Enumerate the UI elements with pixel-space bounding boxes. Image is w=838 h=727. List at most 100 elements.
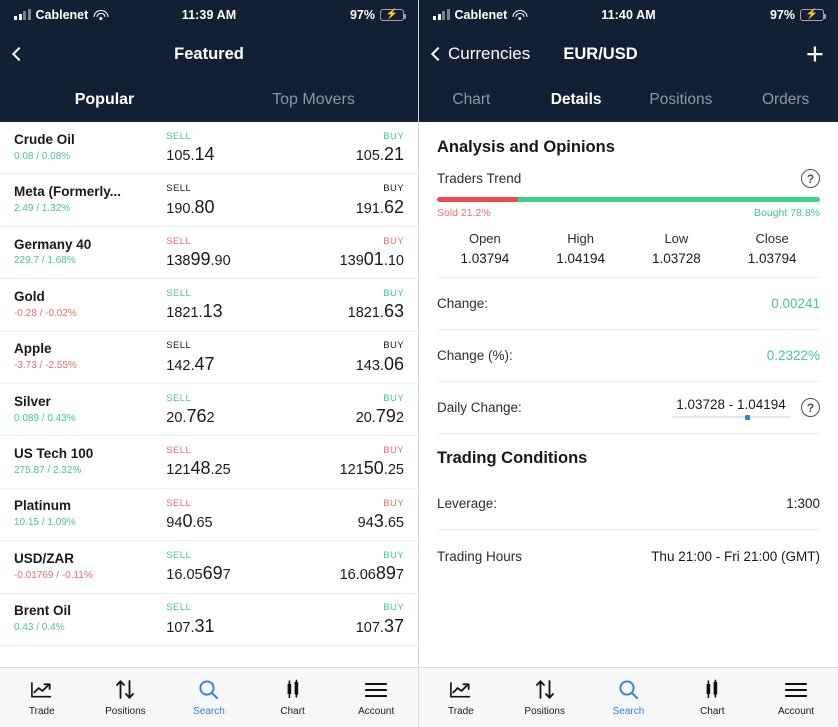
bottom-tab-bar: Trade Positions Search Chart Account [419,667,838,727]
tabbar-item-positions[interactable]: Positions [84,679,168,717]
buy-price-col[interactable]: BUY 143.06 [281,339,404,375]
sell-price-col[interactable]: SELL 940.65 [158,497,281,533]
buy-price: 16.06897 [339,563,404,584]
traders-trend-bought-segment [518,197,820,202]
sell-price-col[interactable]: SELL 12148.25 [158,444,281,480]
instrument-row[interactable]: Brent Oil 0.43 / 0.4% SELL 107.31 BUY 107.37 [0,594,418,646]
instrument-name-col: Gold -0.28 / -0.02% [14,289,158,321]
sell-price-col[interactable]: SELL 190.80 [158,182,281,218]
buy-price-col[interactable]: BUY 1821.63 [281,287,404,323]
instrument-row[interactable]: Apple -3.73 / -2.55% SELL 142.47 BUY 143.06 [0,332,418,384]
buy-label: BUY [383,602,404,614]
instrument-row[interactable]: US Tech 100 275.87 / 2.32% SELL 12148.25 BUY… [0,436,418,489]
instrument-row[interactable]: Meta (Formerly... 2.49 / 1.32% SELL 190.80 B… [0,174,418,227]
detail-value: 0.2322% [766,348,820,364]
instrument-symbol: Meta (Formerly... [14,184,122,200]
buy-price-col[interactable]: BUY 16.06897 [281,549,404,585]
tabbar-item-account[interactable]: Account [334,679,418,717]
sell-label: SELL [166,602,192,614]
instrument-symbol: Germany 40 [14,236,92,252]
sell-price: 142.47 [166,353,215,374]
tabbar-item-chart[interactable]: Chart [670,679,754,717]
instrument-row[interactable]: USD/ZAR -0.01769 / -0.11% SELL 16.05697 BUY 1… [0,541,418,594]
buy-price-col[interactable]: BUY 107.37 [281,601,404,637]
instrument-symbol: Apple [14,341,52,357]
instrument-row[interactable]: Silver 0.089 / 0.43% SELL 20.762 BUY 20.792 [0,384,418,437]
back-button[interactable] [11,46,29,62]
tabbar-label: Chart [280,705,305,717]
hamburger-menu-icon [365,679,388,701]
ohlc-value: 1.03794 [747,250,797,266]
instrument-name-col: US Tech 100 275.87 / 2.32% [14,446,158,478]
sell-price-col[interactable]: SELL 1821.13 [158,287,281,323]
instrument-list[interactable]: Crude Oil 0.08 / 0.08% SELL 105.14 BUY 105.21… [0,122,418,667]
plus-icon[interactable]: + [806,38,824,68]
instrument-name-col: Platinum 10.15 / 1.09% [14,498,158,530]
wifi-icon [93,9,109,21]
instrument-name-col: Brent Oil 0.43 / 0.4% [14,603,158,635]
tab-positions[interactable]: Positions [629,78,734,122]
tab-popular[interactable]: Popular [0,78,209,122]
sell-price-col[interactable]: SELL 105.14 [158,130,281,166]
buy-label: BUY [383,392,404,404]
sell-label: SELL [166,235,192,247]
sell-price-col[interactable]: SELL 20.762 [158,392,281,428]
instrument-change: -0.01769 / -0.11% [14,569,93,581]
status-bar: Cablenet 11:39 AM 97% ⚡ [0,0,418,30]
instrument-name-col: Crude Oil 0.08 / 0.08% [14,132,158,164]
chevron-left-icon [11,46,27,62]
buy-price: 943.65 [357,510,404,531]
wifi-icon [512,9,528,21]
tabbar-item-trade[interactable]: Trade [419,679,503,717]
detail-key: Daily Change: [437,400,522,416]
buy-price-col[interactable]: BUY 943.65 [281,497,404,533]
buy-price-col[interactable]: BUY 191.62 [281,182,404,218]
instrument-change: 0.08 / 0.08% [14,150,71,162]
back-button-currencies[interactable]: Currencies [430,44,530,64]
buy-price: 107.37 [355,615,404,636]
ohlc-cell: High 1.04194 [533,229,629,269]
instrument-row[interactable]: Germany 40 229.7 / 1.68% SELL 13899.90 BUY 13… [0,227,418,280]
tabbar-item-chart[interactable]: Chart [251,679,335,717]
tabbar-item-account[interactable]: Account [754,679,838,717]
tab-top-movers[interactable]: Top Movers [209,78,418,122]
tab-chart[interactable]: Chart [419,78,524,122]
tabbar-item-search[interactable]: Search [167,679,251,717]
status-bar-left: Cablenet [14,8,154,22]
question-mark-icon[interactable]: ? [801,169,820,188]
sell-price-col[interactable]: SELL 107.31 [158,601,281,637]
tabbar-item-positions[interactable]: Positions [503,679,587,717]
hamburger-menu-icon [785,679,808,701]
sell-label: SELL [166,288,192,300]
traders-trend-bar [437,197,820,202]
instrument-name-col: Silver 0.089 / 0.43% [14,394,158,426]
detail-row-trading-hours: Trading Hours Thu 21:00 - Fri 21:00 (GMT… [437,530,820,582]
bottom-tab-bar: Trade Positions Search Chart Account [0,667,418,727]
tabbar-item-trade[interactable]: Trade [0,679,84,717]
buy-price-col[interactable]: BUY 13901.10 [281,235,404,271]
instrument-name-col: Meta (Formerly... 2.49 / 1.32% [14,184,158,216]
buy-label: BUY [383,445,404,457]
sell-price-col[interactable]: SELL 142.47 [158,339,281,375]
tab-details[interactable]: Details [524,78,629,122]
question-mark-icon[interactable]: ? [801,398,820,418]
buy-price-col[interactable]: BUY 12150.25 [281,444,404,480]
ohlc-header: Close [755,230,789,246]
buy-price-col[interactable]: BUY 20.792 [281,392,404,428]
tabbar-item-search[interactable]: Search [587,679,671,717]
instrument-name-col: USD/ZAR -0.01769 / -0.11% [14,551,158,583]
sell-price-col[interactable]: SELL 16.05697 [158,549,281,585]
search-icon [618,679,639,701]
instrument-row[interactable]: Platinum 10.15 / 1.09% SELL 940.65 BUY 943.65 [0,489,418,542]
tab-orders[interactable]: Orders [733,78,838,122]
instrument-row[interactable]: Gold -0.28 / -0.02% SELL 1821.13 BUY 1821.63 [0,279,418,332]
sell-price: 13899.90 [166,248,231,269]
instrument-symbol: USD/ZAR [14,550,74,566]
instrument-row[interactable]: Crude Oil 0.08 / 0.08% SELL 105.14 BUY 105.21 [0,122,418,175]
line-chart-icon [449,679,472,701]
status-bar: Cablenet 11:40 AM 97% ⚡ [419,0,838,30]
status-bar-left: Cablenet [433,8,574,22]
buy-price-col[interactable]: BUY 105.21 [281,130,404,166]
buy-price: 105.21 [355,144,404,165]
sell-price-col[interactable]: SELL 13899.90 [158,235,281,271]
